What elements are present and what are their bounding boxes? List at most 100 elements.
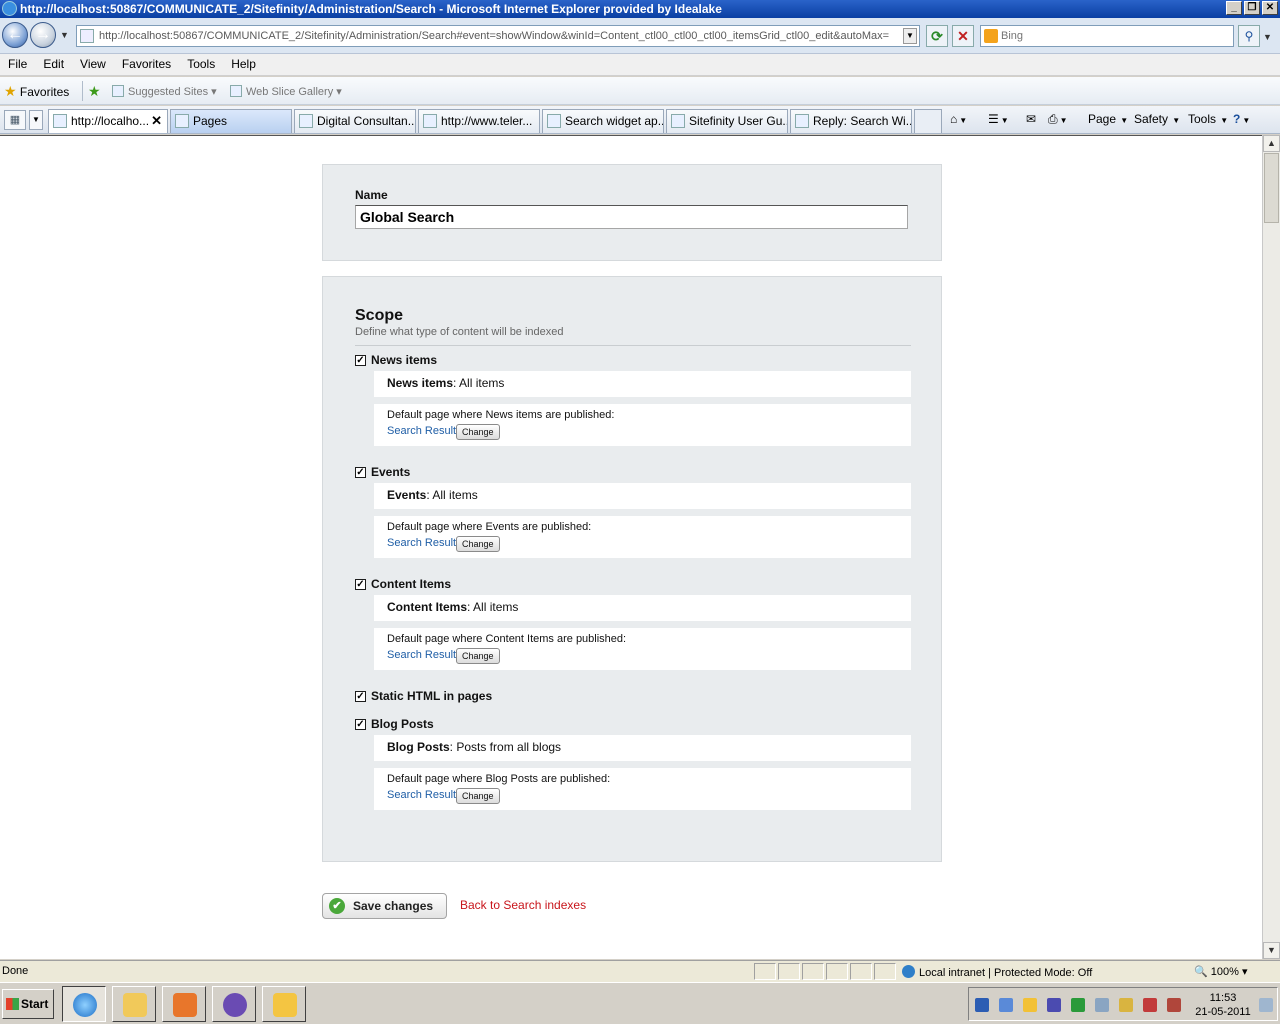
sitefinity-icon [795, 114, 809, 128]
vertical-scrollbar[interactable]: ▲ ▼ [1262, 135, 1280, 959]
tab-digital-consultancy[interactable]: Digital Consultan... [294, 109, 416, 133]
events-filter: Events: All items [374, 483, 911, 509]
new-tab-button[interactable] [914, 109, 942, 133]
url-text[interactable]: http://localhost:50867/COMMUNICATE_2/Sit… [99, 30, 889, 42]
zoom-level[interactable]: 🔍 100% ▾ [1194, 965, 1247, 978]
taskbar-visual-studio[interactable] [212, 986, 256, 1022]
safety-menu[interactable]: Safety ▼ [1134, 112, 1180, 126]
taskbar-explorer[interactable] [112, 986, 156, 1022]
url-field[interactable]: http://localhost:50867/COMMUNICATE_2/Sit… [76, 25, 920, 47]
show-desktop-icon[interactable] [1259, 998, 1273, 1012]
telerik-icon [423, 114, 437, 128]
scroll-up-icon[interactable]: ▲ [1263, 135, 1280, 152]
events-checkbox[interactable]: ✓ [355, 467, 366, 478]
status-cell [826, 963, 848, 980]
refresh-button[interactable]: ⟳ [926, 25, 948, 47]
tab-list-dropdown[interactable]: ▼ [29, 110, 43, 130]
web-slice-gallery-link[interactable]: Web Slice Gallery ▾ [230, 85, 342, 98]
antivirus-icon[interactable] [975, 998, 989, 1012]
events-change-button[interactable]: Change [456, 536, 500, 552]
close-icon[interactable]: ✕ [1262, 1, 1278, 15]
news-items-page-link[interactable]: Search Result [387, 425, 456, 437]
clock-date: 21-05-2011 [1195, 1006, 1251, 1018]
back-to-search-indexes-link[interactable]: Back to Search indexes [460, 898, 586, 912]
content-items-checkbox[interactable]: ✓ [355, 579, 366, 590]
menu-file[interactable]: File [0, 54, 35, 75]
restore-icon[interactable]: ❐ [1244, 1, 1260, 15]
quick-tabs-icon[interactable]: ▦ [4, 110, 26, 130]
tab-telerik[interactable]: http://www.teler... [418, 109, 540, 133]
menu-favorites[interactable]: Favorites [114, 54, 179, 75]
menu-view[interactable]: View [72, 54, 114, 75]
url-dropdown-icon[interactable]: ▼ [903, 28, 917, 44]
messenger-icon[interactable] [1023, 998, 1037, 1012]
minimize-icon[interactable]: _ [1226, 1, 1242, 15]
checkmark-icon: ✔ [329, 898, 345, 914]
news-items-default-page: Default page where News items are publis… [374, 404, 911, 446]
scope-title: Scope [355, 307, 404, 324]
mail-icon[interactable]: ✉ [1026, 112, 1036, 126]
close-tab-icon[interactable]: ✕ [151, 110, 162, 132]
name-input[interactable] [355, 205, 908, 229]
blog-posts-change-button[interactable]: Change [456, 788, 500, 804]
network-icon[interactable] [999, 998, 1013, 1012]
menu-edit[interactable]: Edit [35, 54, 72, 75]
help-icon[interactable]: ? ▼ [1233, 112, 1250, 126]
security-alert-icon[interactable] [1167, 998, 1181, 1012]
tab-localhost[interactable]: http://localho... ✕ [48, 109, 168, 133]
page-menu[interactable]: Page ▼ [1088, 112, 1128, 126]
scope-panel: Scope Define what type of content will b… [322, 276, 942, 862]
favorites-button[interactable]: ★ Favorites [4, 83, 69, 100]
visual-studio-tray-icon[interactable] [1047, 998, 1061, 1012]
start-button[interactable]: Start [2, 989, 54, 1019]
menu-tools[interactable]: Tools [179, 54, 223, 75]
tab-sitefinity-guide[interactable]: Sitefinity User Gu... [666, 109, 788, 133]
blog-posts-page-link[interactable]: Search Result [387, 789, 456, 801]
back-button[interactable]: ← [2, 22, 28, 48]
events-page-link[interactable]: Search Result [387, 537, 456, 549]
menu-help[interactable]: Help [223, 54, 264, 75]
static-html-checkbox[interactable]: ✓ [355, 691, 366, 702]
news-items-change-button[interactable]: Change [456, 424, 500, 440]
tab-pages[interactable]: Pages [170, 109, 292, 133]
sitefinity-icon [547, 114, 561, 128]
recent-pages-dropdown[interactable]: ▼ [60, 30, 69, 40]
taskbar-internet-explorer[interactable] [62, 986, 106, 1022]
scroll-down-icon[interactable]: ▼ [1263, 942, 1280, 959]
stop-button[interactable]: ✕ [952, 25, 974, 47]
page-content: Name Scope Define what type of content w… [0, 135, 1262, 959]
search-icon[interactable]: ⚲ [1238, 25, 1260, 47]
add-to-favorites-icon[interactable]: ★ [88, 83, 101, 100]
content-items-page-link[interactable]: Search Result [387, 649, 456, 661]
news-items-label: News items [371, 353, 438, 367]
content-items-change-button[interactable]: Change [456, 648, 500, 664]
ie-page-icon [175, 114, 189, 128]
clock[interactable]: 11:53 21-05-2011 [1193, 991, 1253, 1019]
news-items-checkbox[interactable]: ✓ [355, 355, 366, 366]
taskbar: Start 11:53 21-05-2011 [0, 982, 1280, 1024]
blog-posts-checkbox[interactable]: ✓ [355, 719, 366, 730]
scroll-thumb[interactable] [1264, 153, 1279, 223]
tab-reply-search[interactable]: Reply: Search Wi... [790, 109, 912, 133]
search-options-dropdown[interactable]: ▼ [1263, 32, 1272, 42]
search-input[interactable] [1001, 28, 1227, 44]
feeds-icon[interactable]: ☰ ▼ [988, 112, 1009, 126]
print-icon[interactable]: ⎙ ▼ [1048, 112, 1068, 127]
forward-button[interactable]: → [30, 22, 56, 48]
taskbar-outlook[interactable] [262, 986, 306, 1022]
suggested-sites-link[interactable]: Suggested Sites ▾ [112, 85, 217, 98]
taskbar-media-player[interactable] [162, 986, 206, 1022]
power-icon[interactable] [1119, 998, 1133, 1012]
tools-menu[interactable]: Tools ▼ [1188, 112, 1228, 126]
green-status-icon[interactable] [1071, 998, 1085, 1012]
content-items-default-page: Default page where Content Items are pub… [374, 628, 911, 670]
home-icon[interactable]: ⌂ ▼ [950, 112, 967, 126]
search-box[interactable] [980, 25, 1234, 47]
tab-search-widget[interactable]: Search widget ap... [542, 109, 664, 133]
security-zone[interactable]: Local intranet | Protected Mode: Off [902, 965, 1092, 979]
display-icon[interactable] [1095, 998, 1109, 1012]
status-cell [802, 963, 824, 980]
volume-muted-icon[interactable] [1143, 998, 1157, 1012]
favorites-star-icon: ★ [4, 83, 17, 99]
save-changes-button[interactable]: ✔ Save changes [322, 893, 447, 919]
